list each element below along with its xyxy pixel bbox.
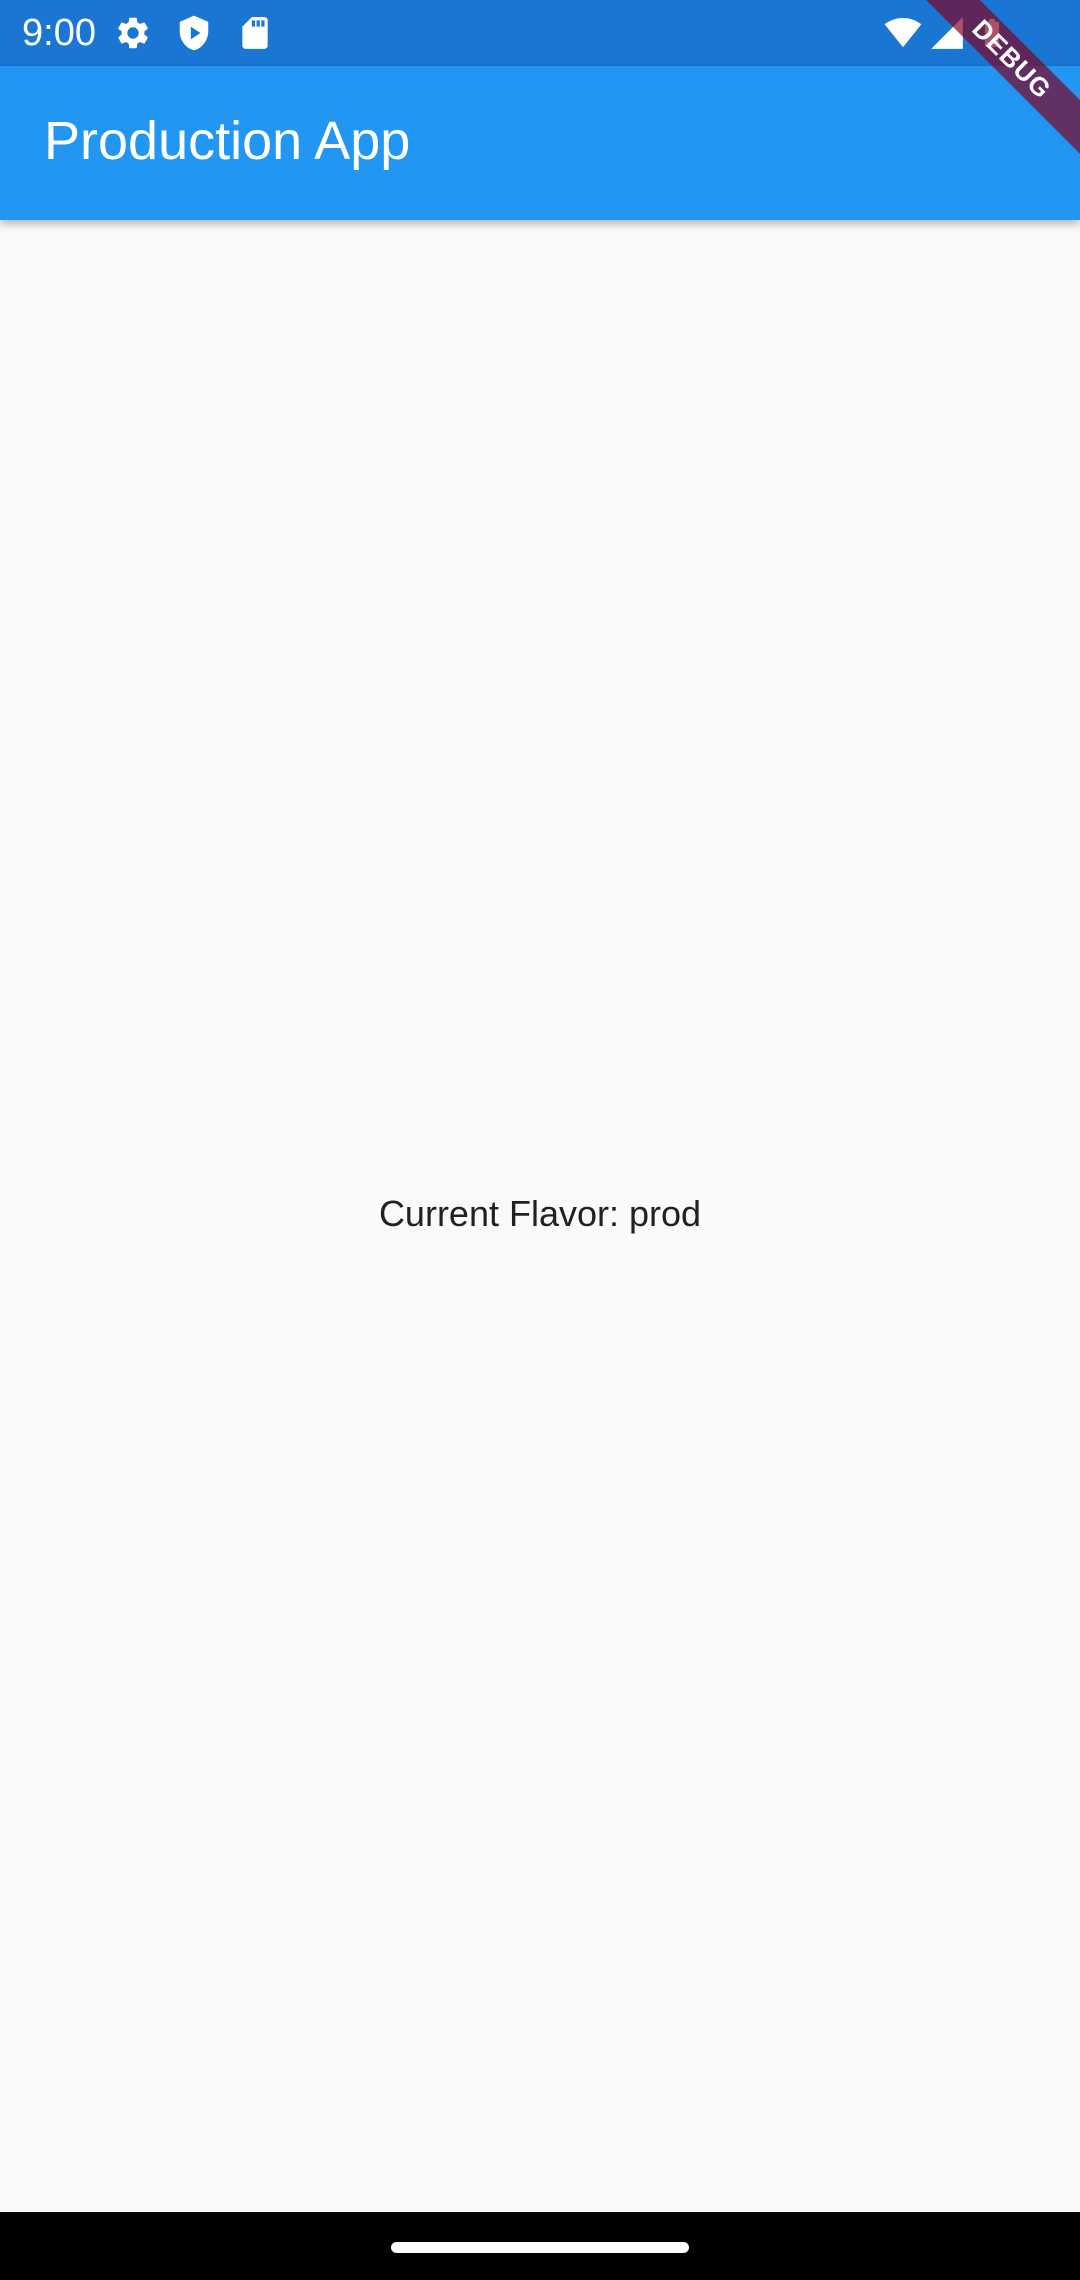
battery-icon: [975, 14, 1009, 52]
settings-gear-icon: [114, 14, 152, 52]
app-bar: Production App: [0, 66, 1080, 220]
system-navigation-bar: [0, 2212, 1080, 2280]
app-title: Production App: [44, 111, 411, 171]
app-screen: 9:00 Production App Current Flavor: prod: [0, 0, 1080, 2280]
wifi-icon: [882, 14, 924, 52]
status-time: 9:00: [22, 12, 96, 54]
status-bar: 9:00: [0, 0, 1080, 66]
current-flavor-text: Current Flavor: prod: [378, 1193, 702, 1234]
shield-play-icon: [175, 14, 213, 52]
cell-signal-icon: [928, 14, 966, 52]
main-content: Current Flavor: prod: [0, 220, 1080, 2212]
sd-card-icon: [236, 14, 274, 52]
home-gesture-handle[interactable]: [391, 2242, 689, 2253]
